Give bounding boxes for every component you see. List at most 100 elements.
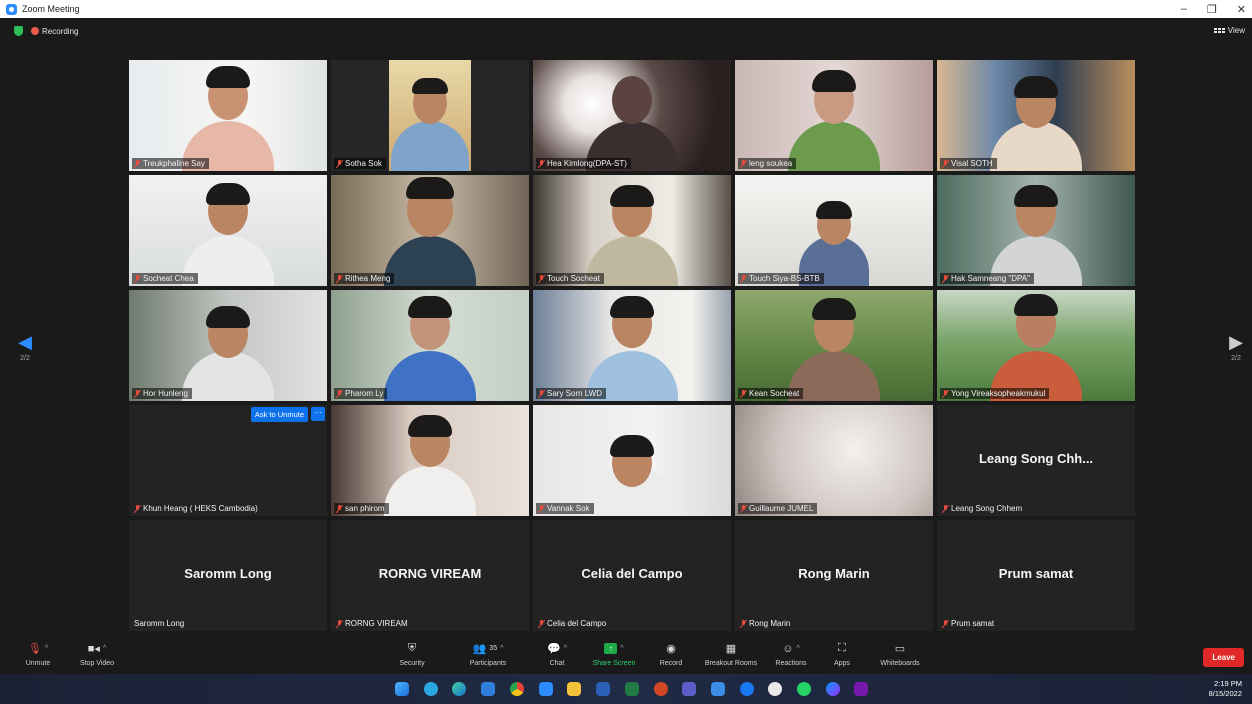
chrome-icon[interactable]	[510, 682, 524, 696]
unmute-button[interactable]: 🎙 ^ Unmute	[20, 640, 56, 667]
participant-tile[interactable]: Socheat Chea	[129, 175, 327, 286]
chevron-up-icon: ^	[44, 645, 49, 652]
share-screen-button[interactable]: ↑ ^ Share Screen	[588, 640, 640, 667]
participant-tile[interactable]: Vannak Sok	[533, 405, 731, 516]
muted-mic-icon	[942, 504, 949, 513]
share-screen-icon: ↑	[604, 643, 618, 654]
participants-label: Participants	[469, 660, 507, 667]
chevron-up-icon: ^	[102, 645, 107, 652]
unmute-label: Unmute	[25, 660, 51, 667]
participant-tile[interactable]: Rong Marin Rong Marin	[735, 520, 933, 631]
more-options-button[interactable]: ···	[311, 407, 325, 421]
reactions-button[interactable]: ☺ ^ Reactions	[770, 640, 812, 668]
windows-start-icon[interactable]	[395, 682, 409, 696]
participant-tile[interactable]: Treukphaline Say	[129, 60, 327, 171]
participant-tile[interactable]: Visal SOTH	[937, 60, 1135, 171]
muted-mic-icon	[336, 504, 343, 513]
muted-mic-icon	[134, 389, 141, 398]
media-player-icon[interactable]	[768, 682, 782, 696]
ask-to-unmute-button[interactable]: Ask to Unmute	[250, 407, 308, 422]
todo-icon[interactable]	[711, 682, 725, 696]
participant-tile[interactable]: Yong Vireaksopheakmukul	[937, 290, 1135, 401]
record-button[interactable]: ◉ Record	[656, 640, 686, 667]
participant-tile[interactable]: Kean Socheat	[735, 290, 933, 401]
chevron-up-icon: ^	[620, 645, 624, 652]
whatsapp-icon[interactable]	[797, 682, 811, 696]
participant-tile[interactable]: Hor Hunleng	[129, 290, 327, 401]
muted-mic-icon	[740, 274, 747, 283]
encryption-shield-icon[interactable]	[14, 26, 23, 36]
chat-button[interactable]: 💬 ^ Chat	[540, 640, 574, 667]
breakout-rooms-button[interactable]: ▦ Breakout Rooms	[700, 640, 762, 667]
whiteboards-button[interactable]: ▭ Whiteboards	[876, 640, 924, 667]
leave-button[interactable]: Leave	[1203, 648, 1244, 667]
facebook-icon[interactable]	[740, 682, 754, 696]
file-explorer-icon[interactable]	[567, 682, 581, 696]
participant-tile[interactable]: Rithea Meng	[331, 175, 529, 286]
system-clock[interactable]: 2:19 PM 8/15/2022	[1209, 679, 1242, 699]
reactions-icon: ☺	[782, 642, 794, 655]
apps-button[interactable]: ⛶ Apps	[828, 640, 856, 667]
excel-icon[interactable]	[625, 682, 639, 696]
participant-tile[interactable]: Saromm Long Saromm Long	[129, 520, 327, 631]
clock-date: 8/15/2022	[1208, 689, 1242, 698]
participant-tile[interactable]: Hak Samneang "DPA"	[937, 175, 1135, 286]
participant-tile[interactable]: Pharom Ly	[331, 290, 529, 401]
participant-tile[interactable]: Sary Sorn LWD	[533, 290, 731, 401]
security-button[interactable]: ⛨ Security	[396, 640, 428, 667]
participant-tile[interactable]: Hea Kimlong(DPA-ST)	[533, 60, 731, 171]
messenger-icon[interactable]	[826, 682, 840, 696]
participant-display-name: Saromm Long	[184, 566, 272, 581]
edge-icon[interactable]	[452, 682, 466, 696]
whiteboards-label: Whiteboards	[880, 660, 920, 667]
participant-tile[interactable]: Touch Siya-BS-BTB	[735, 175, 933, 286]
participant-tile[interactable]: Sotha Sok	[331, 60, 529, 171]
participant-tile[interactable]: Celia del Campo Celia del Campo	[533, 520, 731, 631]
recording-indicator[interactable]: Recording	[31, 27, 78, 36]
participants-button[interactable]: 👥 35 ^ Participants	[458, 640, 518, 667]
participant-tile[interactable]: Guillaume JUMEL	[735, 405, 933, 516]
muted-mic-icon	[336, 619, 343, 628]
participant-tile[interactable]: Leang Song Chh... Leang Song Chhem	[937, 405, 1135, 516]
muted-mic-icon	[538, 389, 545, 398]
zoom-icon[interactable]	[539, 682, 553, 696]
page-indicator-right: 2/2	[1231, 355, 1241, 362]
view-label: View	[1227, 26, 1245, 35]
share-screen-label: Share Screen	[592, 660, 636, 667]
restore-button[interactable]: ❐	[1207, 3, 1217, 16]
clock-time: 2:19 PM	[1214, 679, 1242, 688]
previous-page-button[interactable]: ◀ 2/2	[15, 333, 35, 362]
participant-tile[interactable]: Ask to Unmute ··· Khun Heang ( HEKS Camb…	[129, 405, 327, 516]
participants-icon: 👥	[472, 643, 487, 655]
stop-video-button[interactable]: ■◂ ^ Stop Video	[76, 640, 118, 667]
chevron-up-icon: ^	[796, 645, 800, 652]
participant-tile[interactable]: RORNG VIREAM RORNG VIREAM	[331, 520, 529, 631]
participant-name: Touch Socheat	[536, 273, 604, 284]
muted-mic-icon	[942, 159, 949, 168]
view-button[interactable]: View	[1213, 26, 1245, 35]
participant-name: Touch Siya-BS-BTB	[738, 273, 824, 284]
onenote-icon[interactable]	[854, 682, 868, 696]
participant-name: Pharom Ly	[334, 388, 388, 399]
word-icon[interactable]	[596, 682, 610, 696]
close-button[interactable]: ✕	[1237, 3, 1246, 16]
recording-label: Recording	[42, 26, 79, 36]
minimize-button[interactable]: –	[1181, 3, 1187, 15]
powerpoint-icon[interactable]	[654, 682, 668, 696]
muted-microphone-icon: 🎙	[27, 643, 42, 655]
participants-count: 35	[489, 645, 498, 652]
participant-name: Leang Song Chhem	[940, 503, 1026, 514]
muted-mic-icon	[336, 389, 343, 398]
participant-tile[interactable]: leng soukea	[735, 60, 933, 171]
participant-tile[interactable]: san phirom	[331, 405, 529, 516]
telegram-icon[interactable]	[424, 682, 438, 696]
participant-tile[interactable]: Prum samat Prum samat	[937, 520, 1135, 631]
record-icon: ◉	[666, 643, 676, 655]
chat-bubble-icon: 💬	[547, 643, 561, 655]
onedrive-icon[interactable]	[481, 682, 495, 696]
teams-icon[interactable]	[682, 682, 696, 696]
participant-tile[interactable]: Touch Socheat	[533, 175, 731, 286]
participant-name: RORNG VIREAM	[334, 618, 412, 629]
next-page-button[interactable]: ▶ 2/2	[1226, 333, 1246, 362]
reactions-label: Reactions	[775, 660, 807, 667]
